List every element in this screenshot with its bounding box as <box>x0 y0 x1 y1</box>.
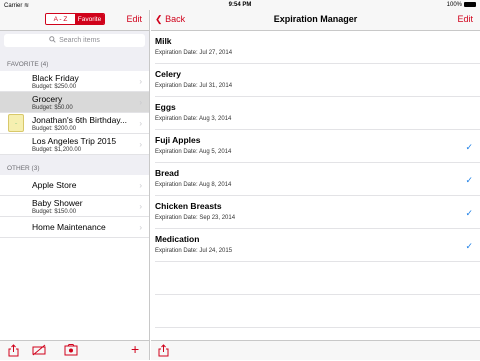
list-item-name: Grocery <box>32 94 63 104</box>
item-name: Chicken Breasts <box>155 201 222 211</box>
list-item[interactable]: Medication Expiration Date: Jul 24, 2015… <box>155 229 480 262</box>
checkmark-icon: ✓ <box>465 175 473 185</box>
list-item-black-friday[interactable]: Black Friday Budget: $250.00 › <box>0 71 149 92</box>
photo-icon[interactable] <box>64 344 78 360</box>
item-name: Eggs <box>155 102 176 112</box>
list-item-name: Apple Store <box>32 180 77 190</box>
note-thumbnail: ~ <box>8 114 24 132</box>
sort-segmented-control: A - Z Favorite <box>45 13 105 25</box>
chevron-right-icon: › <box>139 140 142 149</box>
no-image-icon[interactable] <box>32 344 46 360</box>
sort-az-segment[interactable]: A - Z <box>46 14 75 24</box>
item-expiration-date: Expiration Date: Aug 8, 2014 <box>155 182 232 188</box>
share-icon[interactable] <box>158 344 169 361</box>
list-item-apple-store[interactable]: Apple Store › <box>0 175 149 196</box>
search-input[interactable]: Search items <box>4 34 145 47</box>
checkmark-icon: ✓ <box>465 241 473 251</box>
list-item-baby-shower[interactable]: Baby Shower Budget: $150.00 › <box>0 196 149 217</box>
search-placeholder: Search items <box>59 37 100 44</box>
clock: 9:54 PM <box>228 2 252 8</box>
chevron-right-icon: › <box>139 223 142 232</box>
left-toolbar: + <box>0 340 149 360</box>
list-item[interactable]: Milk Expiration Date: Jul 27, 2014 <box>155 31 480 64</box>
list-item-budget: Budget: $200.00 <box>32 126 77 132</box>
list-item[interactable]: Fuji Apples Expiration Date: Aug 5, 2014… <box>155 130 480 163</box>
status-bar: Carrier ≋ 9:54 PM 100% <box>0 0 480 10</box>
list-item-la-trip[interactable]: Los Angeles Trip 2015 Budget: $1,200.00 › <box>0 134 149 155</box>
add-button[interactable]: + <box>131 342 139 356</box>
item-expiration-date: Expiration Date: Jul 31, 2014 <box>155 83 233 89</box>
item-name: Medication <box>155 234 200 244</box>
checkmark-icon: ✓ <box>465 142 473 152</box>
item-name: Bread <box>155 168 180 178</box>
list-item-name: Jonathan's 6th Birthday... <box>32 115 128 125</box>
list-item[interactable]: Bread Expiration Date: Aug 8, 2014 ✓ <box>155 163 480 196</box>
item-expiration-date: Expiration Date: Aug 5, 2014 <box>155 149 232 155</box>
item-expiration-date: Expiration Date: Jul 27, 2014 <box>155 50 233 56</box>
list-item-name: Baby Shower <box>32 198 83 208</box>
chevron-right-icon: › <box>139 77 142 86</box>
share-icon[interactable] <box>8 344 19 361</box>
list-item-birthday[interactable]: ~ Jonathan's 6th Birthday... Budget: $200… <box>0 113 149 134</box>
chevron-right-icon: › <box>139 119 142 128</box>
left-nav-bar: A - Z Favorite Edit <box>0 10 149 31</box>
list-item-name: Home Maintenance <box>32 222 106 232</box>
item-expiration-date: Expiration Date: Sep 23, 2014 <box>155 215 236 221</box>
page-title: Expiration Manager <box>273 14 358 24</box>
list-item[interactable]: Chicken Breasts Expiration Date: Sep 23,… <box>155 196 480 229</box>
right-edit-button[interactable]: Edit <box>457 14 473 24</box>
search-icon <box>49 36 56 45</box>
chevron-right-icon: › <box>139 98 142 107</box>
empty-row <box>155 295 480 328</box>
item-name: Fuji Apples <box>155 135 201 145</box>
right-toolbar <box>151 340 480 360</box>
sort-favorite-segment[interactable]: Favorite <box>75 14 104 24</box>
chevron-right-icon: › <box>139 202 142 211</box>
other-section-header: OTHER (3) <box>0 155 149 175</box>
expiration-pane: ❮ Back Expiration Manager Edit Milk Expi… <box>151 10 480 360</box>
list-item-grocery[interactable]: Grocery Budget: $50.00 › <box>0 92 149 113</box>
lists-pane: A - Z Favorite Edit Search items FAVORIT… <box>0 10 150 360</box>
list-item-budget: Budget: $50.00 <box>32 105 73 111</box>
search-bar: Search items <box>0 31 149 51</box>
list-item[interactable]: Celery Expiration Date: Jul 31, 2014 <box>155 64 480 97</box>
left-edit-button[interactable]: Edit <box>126 14 142 24</box>
list-item-name: Black Friday <box>32 73 79 83</box>
right-nav-bar: ❮ Back Expiration Manager Edit <box>151 10 480 31</box>
battery-icon <box>464 1 476 7</box>
list-item-budget: Budget: $1,200.00 <box>32 147 82 153</box>
item-expiration-date: Expiration Date: Jul 24, 2015 <box>155 248 233 254</box>
item-expiration-date: Expiration Date: Aug 3, 2014 <box>155 116 232 122</box>
list-item[interactable]: Eggs Expiration Date: Aug 3, 2014 <box>155 97 480 130</box>
chevron-right-icon: › <box>139 181 142 190</box>
item-name: Milk <box>155 36 172 46</box>
favorite-section-header: FAVORITE (4) <box>0 51 149 71</box>
list-item-home-maintenance[interactable]: Home Maintenance › <box>0 217 149 238</box>
list-item-budget: Budget: $150.00 <box>32 209 77 215</box>
list-item-budget: Budget: $250.00 <box>32 84 77 90</box>
list-item-name: Los Angeles Trip 2015 <box>32 136 117 146</box>
item-name: Celery <box>155 69 181 79</box>
checkmark-icon: ✓ <box>465 208 473 218</box>
empty-row <box>155 262 480 295</box>
